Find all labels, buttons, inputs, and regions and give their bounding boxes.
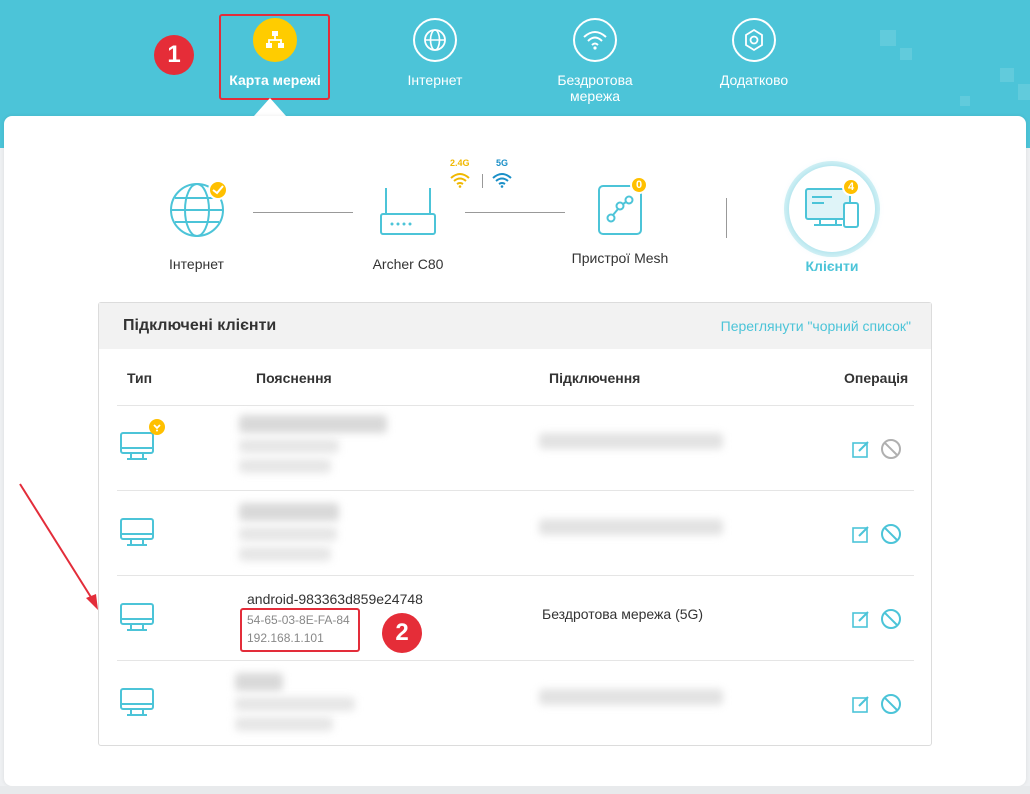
monitor-icon — [119, 602, 155, 639]
mesh-count-badge: 0 — [630, 176, 648, 194]
blurred-device-mac — [239, 527, 337, 541]
check-icon — [207, 180, 228, 200]
edit-icon[interactable] — [851, 439, 871, 464]
edit-icon[interactable] — [851, 609, 871, 634]
blurred-connection — [539, 433, 723, 449]
highlight-box-address — [240, 608, 360, 652]
step-2-badge: 2 — [382, 613, 422, 653]
block-icon[interactable] — [880, 693, 902, 720]
topology-mesh-label: Пристрої Mesh — [571, 250, 669, 266]
blacklist-link[interactable]: Переглянути "чорний список" — [721, 318, 911, 334]
wifi-5-icon — [492, 172, 512, 193]
topology-internet[interactable]: Інтернет — [144, 178, 249, 272]
blurred-device-ip — [239, 547, 331, 561]
active-tab-pointer — [254, 98, 286, 116]
column-header-connection: Підключення — [549, 370, 641, 386]
nav-internet[interactable]: Інтернет — [375, 18, 495, 88]
topology-clients[interactable]: 4 Клієнти — [772, 166, 892, 274]
topology-mesh[interactable]: 0 Пристрої Mesh — [560, 176, 680, 266]
monitor-icon — [119, 431, 155, 468]
monitor-icon — [119, 687, 155, 724]
alert-badge-icon — [149, 419, 165, 435]
topology-connector — [465, 212, 565, 213]
nav-label: Бездротова мережа — [557, 72, 633, 104]
nav-label: Додатково — [719, 72, 789, 88]
monitor-icon: 4 — [789, 166, 875, 252]
nav-advanced[interactable]: Додатково — [694, 18, 814, 88]
row-divider — [117, 490, 914, 491]
band-divider — [482, 174, 483, 188]
row-divider — [117, 575, 914, 576]
wifi-24-icon — [450, 172, 470, 193]
column-header-operation: Операція — [844, 370, 909, 386]
monitor-icon — [119, 517, 155, 554]
footer-strip — [0, 786, 1030, 794]
block-icon[interactable] — [880, 438, 902, 465]
connected-clients-panel: Підключені клієнти Переглянути "чорний с… — [98, 302, 932, 746]
blurred-device-name — [235, 673, 283, 691]
edit-icon[interactable] — [851, 694, 871, 719]
device-name: android-983363d859e24748 — [247, 591, 423, 607]
blurred-connection — [539, 689, 723, 705]
row-divider — [117, 660, 914, 661]
blurred-connection — [539, 519, 723, 535]
topology-divider — [726, 198, 727, 238]
band-24-label: 2.4G — [450, 158, 470, 168]
row-divider — [117, 405, 914, 406]
wifi-icon — [573, 18, 617, 62]
column-header-type: Тип — [127, 370, 153, 386]
block-icon[interactable] — [880, 608, 902, 635]
topology-connector — [253, 212, 353, 213]
globe-icon — [167, 178, 228, 238]
topology-internet-label: Інтернет — [169, 256, 224, 272]
device-connection: Бездротова мережа (5G) — [542, 606, 704, 622]
highlight-box-nav — [219, 14, 330, 100]
step-1-badge: 1 — [154, 35, 194, 75]
blurred-device-name — [239, 503, 339, 521]
block-icon[interactable] — [880, 523, 902, 550]
blurred-device-name — [239, 415, 387, 433]
edit-icon[interactable] — [851, 524, 871, 549]
panel-title: Підключені клієнти — [123, 317, 277, 334]
clients-count-badge: 4 — [842, 178, 860, 196]
blurred-device-ip — [239, 459, 331, 473]
blurred-device-mac — [235, 697, 355, 711]
column-header-description: Пояснення — [256, 370, 332, 386]
panel-header: Підключені клієнти Переглянути "чорний с… — [99, 303, 931, 349]
topology-clients-label: Клієнти — [805, 258, 859, 274]
router-icon — [358, 186, 458, 238]
topology-router[interactable]: Archer C80 — [358, 186, 458, 272]
gear-icon — [732, 18, 776, 62]
mesh-icon: 0 — [596, 176, 648, 236]
band-5-label: 5G — [496, 158, 509, 168]
topology-router-label: Archer C80 — [372, 256, 444, 272]
blurred-device-mac — [239, 439, 339, 453]
nav-wireless[interactable]: Бездротова мережа — [535, 18, 655, 104]
blurred-device-ip — [235, 717, 333, 731]
nav-label: Інтернет — [407, 72, 463, 88]
globe-icon — [413, 18, 457, 62]
